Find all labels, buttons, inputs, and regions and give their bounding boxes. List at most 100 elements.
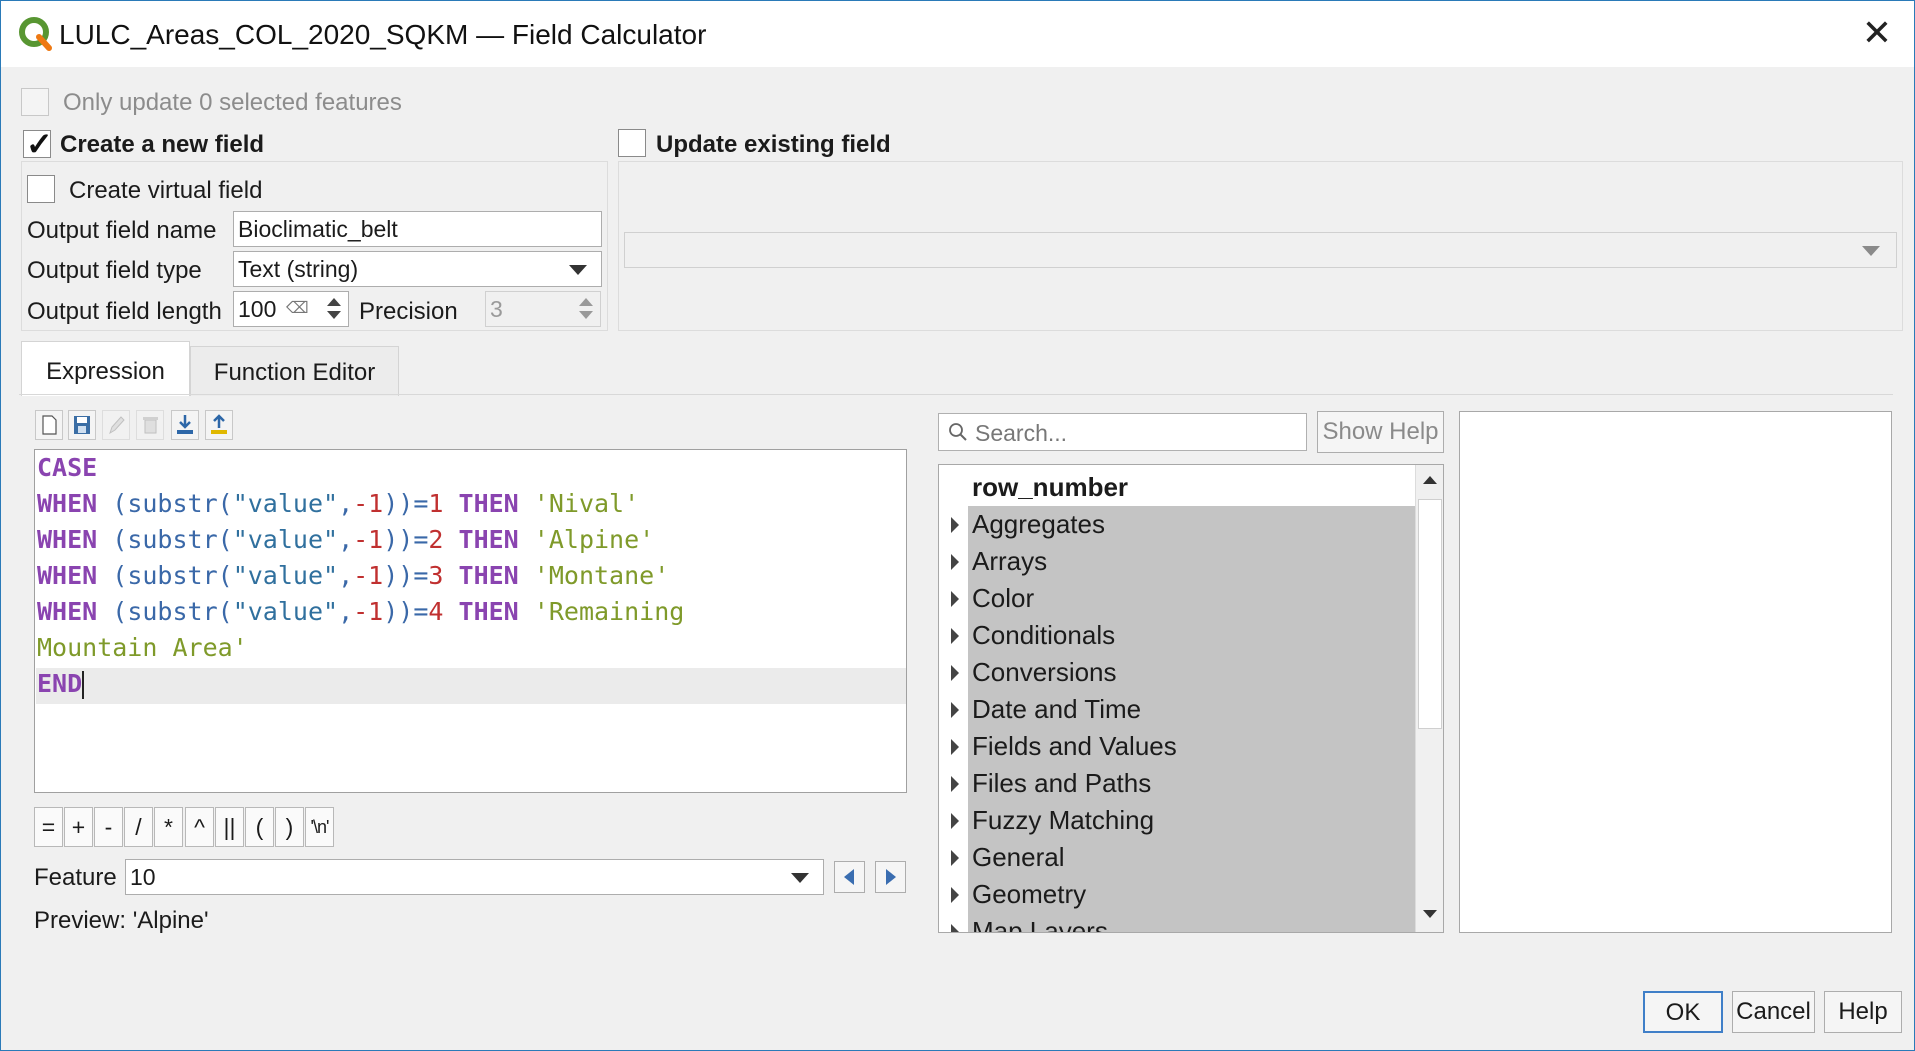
expand-arrow-icon[interactable] <box>951 702 959 718</box>
precision-label: Precision <box>359 298 458 325</box>
operator-button[interactable]: ) <box>275 807 304 847</box>
operator-button[interactable]: '\n' <box>305 807 334 847</box>
tree-group-item[interactable]: Geometry <box>968 876 1415 913</box>
operator-button[interactable]: / <box>124 807 153 847</box>
expand-arrow-icon[interactable] <box>951 591 959 607</box>
expand-arrow-icon[interactable] <box>951 665 959 681</box>
operator-button[interactable]: ^ <box>185 807 214 847</box>
ok-button[interactable]: OK <box>1643 991 1723 1033</box>
operator-button[interactable]: - <box>94 807 123 847</box>
tree-group-item[interactable]: Conversions <box>968 654 1415 691</box>
feature-value: 10 <box>130 864 156 890</box>
output-field-length-value: 100 <box>238 296 277 322</box>
code-line-1: CASE <box>37 453 98 482</box>
tree-group-item[interactable]: Conditionals <box>968 617 1415 654</box>
search-placeholder: Search... <box>975 420 1068 446</box>
scrollbar-thumb[interactable] <box>1418 499 1442 729</box>
current-line-highlight <box>36 668 906 704</box>
output-field-type-select[interactable]: Text (string) <box>233 251 602 287</box>
output-field-length-label: Output field length <box>27 298 222 325</box>
tree-group-item[interactable]: Files and Paths <box>968 765 1415 802</box>
chevron-down-icon <box>569 265 587 275</box>
expand-arrow-icon[interactable] <box>951 739 959 755</box>
spin-arrows-icon <box>574 294 598 319</box>
code-line-7: END <box>37 669 85 699</box>
expand-arrow-icon[interactable] <box>951 554 959 570</box>
code-line-5: WHEN (substr("value",-1))=4 THEN 'Remain… <box>37 597 685 626</box>
code-line-3: WHEN (substr("value",-1))=2 THEN 'Alpine… <box>37 525 655 554</box>
show-help-button[interactable]: Show Help <box>1317 411 1444 453</box>
help-panel <box>1459 411 1892 933</box>
precision-spinbox[interactable]: 3 <box>485 291 601 327</box>
tree-group-item[interactable]: Aggregates <box>968 506 1415 543</box>
operator-button[interactable]: * <box>154 807 183 847</box>
window-title: LULC_Areas_COL_2020_SQKM — Field Calcula… <box>59 19 707 50</box>
tree-group-item[interactable]: Map Layers <box>968 913 1415 932</box>
tree-item-row-number[interactable]: row_number <box>968 469 1415 506</box>
code-line-4: WHEN (substr("value",-1))=3 THEN 'Montan… <box>37 561 670 590</box>
update-existing-field-label: Update existing field <box>656 131 891 158</box>
expand-arrow-icon[interactable] <box>951 628 959 644</box>
scroll-up-icon[interactable] <box>1423 476 1437 484</box>
spin-arrows-icon[interactable] <box>322 294 346 319</box>
field-calculator-dialog: LULC_Areas_COL_2020_SQKM — Field Calcula… <box>0 0 1915 1051</box>
clear-icon[interactable]: ⌫ <box>286 298 309 318</box>
previous-feature-button[interactable] <box>834 861 865 893</box>
expression-editor[interactable]: CASE WHEN (substr("value",-1))=1 THEN 'N… <box>34 449 907 793</box>
import-icon[interactable] <box>171 410 199 440</box>
tree-scrollbar[interactable] <box>1415 465 1443 932</box>
function-search-input[interactable]: Search... <box>938 413 1307 451</box>
next-feature-button[interactable] <box>875 861 906 893</box>
arrow-right-icon <box>886 869 896 885</box>
tree-group-item[interactable]: Arrays <box>968 543 1415 580</box>
scroll-down-icon[interactable] <box>1423 910 1437 918</box>
output-field-name-label: Output field name <box>27 217 217 244</box>
expand-arrow-icon[interactable] <box>951 850 959 866</box>
delete-icon <box>136 410 164 440</box>
new-file-icon[interactable] <box>35 410 63 440</box>
save-icon[interactable] <box>68 410 96 440</box>
code-line-6: Mountain Area' <box>37 633 248 662</box>
arrow-left-icon <box>844 869 854 885</box>
operator-button[interactable]: || <box>215 807 244 847</box>
title-bar: LULC_Areas_COL_2020_SQKM — Field Calcula… <box>1 1 1914 67</box>
expand-arrow-icon[interactable] <box>951 887 959 903</box>
cancel-button[interactable]: Cancel <box>1732 991 1815 1033</box>
function-tree[interactable]: row_number Aggregates Arrays Color Condition… <box>938 464 1444 933</box>
expand-arrow-icon[interactable] <box>951 776 959 792</box>
checkmark-icon: ✓ <box>26 126 53 162</box>
tab-expression[interactable]: Expression <box>21 341 190 396</box>
create-new-field-label: Create a new field <box>60 131 265 158</box>
tree-group-item[interactable]: Date and Time <box>968 691 1415 728</box>
qgis-logo-icon <box>19 17 52 51</box>
preview-text: Preview: 'Alpine' <box>34 907 209 934</box>
operator-button[interactable]: + <box>64 807 93 847</box>
text-cursor <box>82 671 85 699</box>
tab-divider <box>19 394 1893 395</box>
create-virtual-field-checkbox[interactable] <box>27 175 55 203</box>
code-line-2: WHEN (substr("value",-1))=1 THEN 'Nival' <box>37 489 640 518</box>
output-field-length-spinbox[interactable]: 100 ⌫ <box>233 291 349 327</box>
expand-arrow-icon[interactable] <box>951 813 959 829</box>
only-update-label: Only update 0 selected features <box>63 89 402 116</box>
output-field-name-input[interactable]: Bioclimatic_belt <box>233 211 602 247</box>
operator-button[interactable]: = <box>34 807 63 847</box>
only-update-checkbox[interactable] <box>21 88 49 116</box>
close-icon[interactable]: ✕ <box>1862 13 1892 53</box>
expand-arrow-icon[interactable] <box>951 517 959 533</box>
operator-button[interactable]: ( <box>245 807 274 847</box>
tree-group-item[interactable]: Color <box>968 580 1415 617</box>
tree-group-item[interactable]: Fuzzy Matching <box>968 802 1415 839</box>
update-existing-field-checkbox[interactable] <box>618 129 646 157</box>
tree-group-item[interactable]: Fields and Values <box>968 728 1415 765</box>
tab-function-editor[interactable]: Function Editor <box>190 346 399 396</box>
expand-arrow-icon[interactable] <box>951 924 959 932</box>
help-button[interactable]: Help <box>1824 991 1902 1033</box>
feature-select[interactable]: 10 <box>125 859 824 895</box>
precision-value: 3 <box>490 296 503 322</box>
export-icon[interactable] <box>205 410 233 440</box>
create-new-field-checkbox[interactable]: ✓ <box>23 126 53 162</box>
search-icon <box>949 423 967 441</box>
tree-group-item[interactable]: General <box>968 839 1415 876</box>
existing-field-select[interactable] <box>624 232 1897 268</box>
